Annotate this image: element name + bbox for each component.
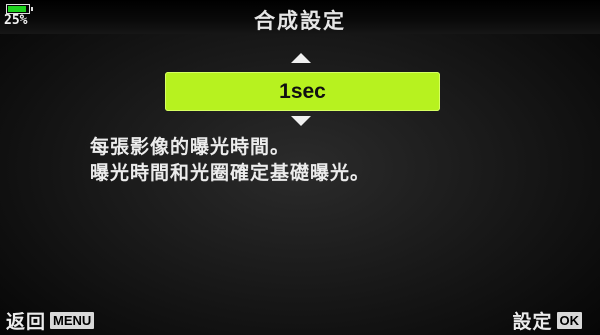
camera-menu-screen: 25% 合成設定 1sec 每張影像的曝光時間。 曝光時間和光圈確定基礎曝光。 … (0, 0, 600, 335)
set-label: 設定 (512, 311, 553, 333)
set-button[interactable]: 設定 OK (512, 307, 582, 334)
page-title: 合成設定 (254, 9, 346, 33)
description-line-2: 曝光時間和光圈確定基礎曝光。 (90, 162, 371, 184)
arrow-up-icon[interactable] (291, 53, 311, 63)
description-line-1: 每張影像的曝光時間。 (90, 136, 291, 158)
exposure-value-selector[interactable]: 1sec (165, 72, 440, 111)
arrow-down-icon[interactable] (291, 116, 311, 126)
header-bar: 25% 合成設定 (0, 0, 600, 34)
description-text: 每張影像的曝光時間。 曝光時間和光圈確定基礎曝光。 (90, 134, 570, 186)
back-button[interactable]: 返回 MENU (6, 307, 95, 334)
ok-key-icon: OK (556, 312, 582, 329)
menu-key-icon: MENU (50, 312, 95, 329)
back-label: 返回 (6, 311, 47, 333)
